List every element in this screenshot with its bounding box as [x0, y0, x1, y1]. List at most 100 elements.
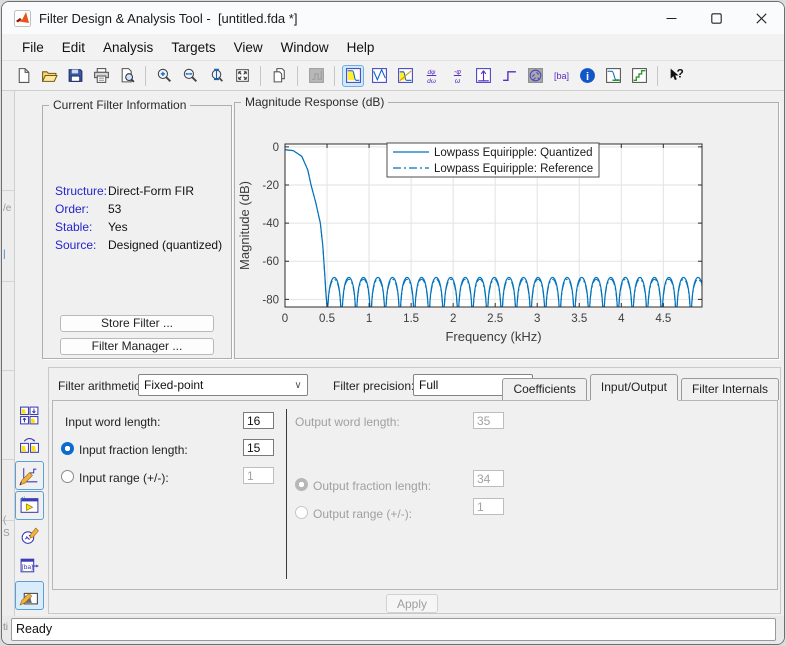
- toolbar-separator: [260, 66, 261, 86]
- overlay-analysis-icon: [305, 65, 327, 87]
- tab-filter-internals[interactable]: Filter Internals: [681, 378, 779, 400]
- input-word-length-field[interactable]: [243, 412, 274, 429]
- minimize-button[interactable]: [649, 2, 694, 34]
- main-area: /e|(S [ba] Current Filter Information St…: [2, 91, 784, 618]
- y-tick-label: -20: [262, 180, 279, 192]
- group-delay-icon[interactable]: dφdω: [420, 65, 442, 87]
- svg-text:[ba]: [ba]: [553, 71, 568, 81]
- zoom-in-icon[interactable]: [153, 65, 175, 87]
- x-tick-label: 0.5: [319, 313, 335, 325]
- filter-arithmetic-value: Fixed-point: [139, 378, 289, 392]
- source-label: Source:: [55, 236, 108, 254]
- multirate-filter-button[interactable]: [15, 401, 44, 430]
- magnitude-response-title: Magnitude Response (dB): [241, 95, 388, 109]
- x-tick-label: 2.5: [487, 313, 503, 325]
- toolbar-separator: [145, 66, 146, 86]
- input-word-length-label: Input word length:: [65, 415, 160, 429]
- transform-filter-button[interactable]: [15, 431, 44, 460]
- new-session-icon[interactable]: [268, 65, 290, 87]
- input-fraction-length-field[interactable]: [243, 439, 274, 456]
- quantization-panel: Filter arithmetic: Fixed-point ∨ Filter …: [48, 367, 781, 614]
- menu-bar: FileEditAnalysisTargetsViewWindowHelp: [2, 34, 784, 61]
- input-fraction-length-label: Input fraction length:: [79, 443, 188, 457]
- close-button[interactable]: [739, 2, 784, 34]
- stable-label: Stable:: [55, 218, 108, 236]
- status-bar: ti Ready: [2, 616, 784, 644]
- filter-arithmetic-select[interactable]: Fixed-point ∨: [138, 374, 308, 396]
- x-tick-label: 3.5: [571, 313, 587, 325]
- design-filter-button[interactable]: [15, 581, 44, 610]
- step-response-icon[interactable]: [498, 65, 520, 87]
- full-view-icon[interactable]: [231, 65, 253, 87]
- pole-zero-plot-icon[interactable]: [524, 65, 546, 87]
- y-tick-label: -40: [262, 218, 279, 230]
- clipped-divider-line: [2, 190, 14, 191]
- current-filter-info-panel: Current Filter Information Structure: Di…: [42, 105, 232, 359]
- menu-item-targets[interactable]: Targets: [162, 37, 224, 58]
- menu-item-view[interactable]: View: [225, 37, 272, 58]
- filter-information-icon[interactable]: i: [576, 65, 598, 87]
- menu-item-analysis[interactable]: Analysis: [94, 37, 162, 58]
- menu-item-edit[interactable]: Edit: [53, 37, 94, 58]
- quantization-tabs: CoefficientsInput/OutputFilter Internals: [495, 373, 779, 400]
- x-tick-label: 3: [534, 313, 540, 325]
- pole-zero-editor-button[interactable]: [15, 521, 44, 550]
- clipped-status-fragment: ti: [3, 622, 8, 633]
- import-filter-button[interactable]: [ba]: [15, 551, 44, 580]
- print-preview-icon[interactable]: [116, 65, 138, 87]
- input-range-radio[interactable]: [61, 470, 74, 483]
- svg-text:i: i: [585, 71, 588, 83]
- output-range-radio: [295, 506, 308, 519]
- tab-coefficients[interactable]: Coefficients: [502, 378, 586, 400]
- filter-coefficients-icon[interactable]: [ba]: [550, 65, 572, 87]
- menu-item-file[interactable]: File: [13, 37, 53, 58]
- status-box: Ready: [11, 618, 776, 641]
- realize-model-button[interactable]: [15, 491, 44, 520]
- phase-delay-icon[interactable]: -φω: [446, 65, 468, 87]
- magnitude-response-icon[interactable]: [342, 65, 364, 87]
- set-quantization-parameters-button[interactable]: [15, 461, 44, 490]
- magnitude-phase-response-icon[interactable]: [394, 65, 416, 87]
- maximize-button[interactable]: [694, 2, 739, 34]
- fdatool-window: Filter Design & Analysis Tool - [untitle…: [1, 1, 785, 645]
- order-label: Order:: [55, 200, 108, 218]
- input-range-label: Input range (+/-):: [79, 471, 169, 485]
- clipped-divider-line: [2, 459, 14, 460]
- input-output-tab-content: Input word length: Input fraction length…: [52, 400, 778, 590]
- magnitude-response-panel: Magnitude Response (dB) 00.511.522.533.5…: [234, 102, 779, 359]
- magnitude-spec-mask-icon[interactable]: [602, 65, 624, 87]
- clipped-text-fragment: (: [3, 515, 6, 526]
- save-session-icon[interactable]: [64, 65, 86, 87]
- filter-manager-button[interactable]: Filter Manager ...: [60, 338, 214, 355]
- input-fraction-length-radio[interactable]: [61, 442, 74, 455]
- y-tick-label: -80: [262, 294, 279, 306]
- matlab-app-icon: [14, 10, 31, 27]
- open-session-icon[interactable]: [38, 65, 60, 87]
- input-output-divider: [286, 409, 287, 579]
- store-filter-button[interactable]: Store Filter ...: [60, 315, 214, 332]
- context-help-icon[interactable]: ?: [665, 65, 687, 87]
- tab-input-output[interactable]: Input/Output: [590, 374, 678, 400]
- zoom-x-icon[interactable]: [179, 65, 201, 87]
- zoom-y-icon[interactable]: [205, 65, 227, 87]
- x-tick-label: 1: [366, 313, 372, 325]
- quantization-noise-icon[interactable]: [628, 65, 650, 87]
- legend-entry-label: Lowpass Equiripple: Reference: [434, 163, 593, 175]
- menu-item-help[interactable]: Help: [338, 37, 384, 58]
- new-file-icon[interactable]: [12, 65, 34, 87]
- status-text: Ready: [16, 622, 52, 636]
- clipped-text-fragment: |: [3, 249, 6, 260]
- output-range-label: Output range (+/-):: [313, 507, 412, 521]
- phase-response-icon[interactable]: [368, 65, 390, 87]
- svg-text:[ba]: [ba]: [22, 564, 33, 571]
- current-filter-info-title: Current Filter Information: [49, 98, 190, 112]
- impulse-response-icon[interactable]: [472, 65, 494, 87]
- filter-precision-label: Filter precision:: [333, 379, 414, 393]
- menu-item-window[interactable]: Window: [272, 37, 338, 58]
- filter-source-row: Source: Designed (quantized): [55, 236, 225, 254]
- structure-value: Direct-Form FIR: [108, 182, 194, 200]
- svg-text:?: ?: [676, 68, 683, 81]
- print-icon[interactable]: [90, 65, 112, 87]
- filter-arithmetic-label: Filter arithmetic:: [58, 379, 143, 393]
- output-range-field: [473, 498, 504, 515]
